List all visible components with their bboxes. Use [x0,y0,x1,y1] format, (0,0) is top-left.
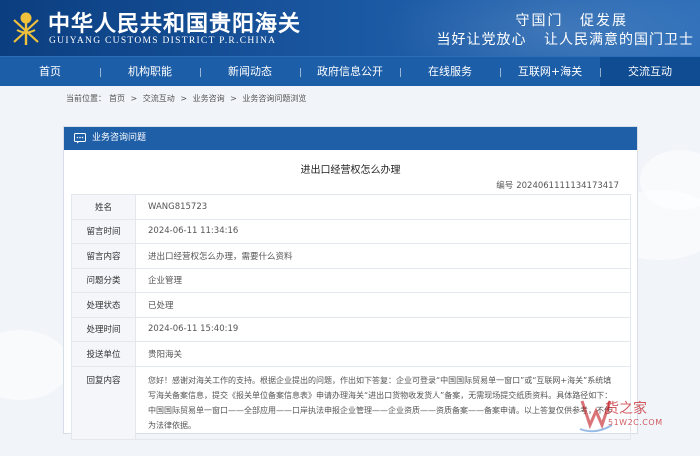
table-row: 姓名 WANG815723 [71,194,631,220]
field-label: 姓名 [71,194,136,220]
consultation-panel: 业务咨询问题 进出口经营权怎么办理 编号 2024061111134173417 … [63,126,638,440]
table-row: 留言内容 进出口经营权怎么办理，需要什么资料 [71,243,631,269]
field-value-name: WANG815723 [135,194,631,220]
table-row: 留言时间 2024-06-11 11:34:16 [71,218,631,244]
site-title[interactable]: 中华人民共和国贵阳海关 [48,6,301,38]
field-value-message-time: 2024-06-11 11:34:16 [135,218,631,244]
site-header: 中华人民共和国贵阳海关 GUIYANG CUSTOMS DISTRICT P.R… [0,0,700,56]
site-subtitle: GUIYANG CUSTOMS DISTRICT P.R.CHINA [49,36,277,46]
field-label: 处理时间 [71,316,136,342]
customs-emblem-icon[interactable] [8,8,44,46]
breadcrumb: 当前位置： 首页 > 交流互动 > 业务咨询 > 业务咨询问题浏览 [66,93,309,104]
table-row: 处理状态 已处理 [71,292,631,318]
nav-item-online-service[interactable]: 在线服务 [400,57,500,86]
field-value-handled-time: 2024-06-11 15:40:19 [135,316,631,342]
nav-item-gov-info[interactable]: 政府信息公开 [300,57,400,86]
reply-content: 您好！感谢对海关工作的支持。根据企业提出的问题，作出如下答复：企业可登录“中国国… [135,365,631,440]
slogan-line-2: 当好让党放心 让人民满意的国门卫士 [436,32,694,48]
table-row: 投送单位 贵阳海关 [71,341,631,367]
chat-bubble-icon [74,133,86,144]
table-row-reply: 回复内容 您好！感谢对海关工作的支持。根据企业提出的问题，作出如下答复：企业可登… [71,365,631,440]
panel-title: 业务咨询问题 [92,133,147,143]
nav-item-internet-customs[interactable]: 互联网+海关 [500,57,600,86]
slogan-line-1: 守国门 促发展 [515,13,628,29]
field-value-message-content: 进出口经营权怎么办理，需要什么资料 [135,243,631,269]
field-label: 留言时间 [71,218,136,244]
breadcrumb-separator: > [180,94,188,103]
main-nav: 首页 机构职能 新闻动态 政府信息公开 在线服务 互联网+海关 交流互动 [0,56,700,86]
table-row: 问题分类 企业管理 [71,267,631,293]
panel-header: 业务咨询问题 [64,127,637,150]
field-value-category: 企业管理 [135,267,631,293]
nav-item-home[interactable]: 首页 [0,57,100,86]
field-label: 投送单位 [71,341,136,367]
table-row: 处理时间 2024-06-11 15:40:19 [71,316,631,342]
breadcrumb-separator: > [230,94,237,103]
breadcrumb-home[interactable]: 首页 [109,94,125,103]
breadcrumb-consult[interactable]: 业务咨询 [193,94,225,103]
question-number: 编号 2024061111134173417 [496,179,619,191]
background-cloud [0,330,70,400]
watermark-url: 51W2C.COM [608,418,663,427]
breadcrumb-interaction[interactable]: 交流互动 [143,94,175,103]
question-title: 进出口经营权怎么办理 [300,165,401,176]
field-label: 处理状态 [71,292,136,318]
question-number-label: 编号 [496,181,514,191]
question-detail-table: 姓名 WANG815723 留言时间 2024-06-11 11:34:16 留… [71,194,631,440]
field-label: 回复内容 [71,365,136,440]
nav-item-news[interactable]: 新闻动态 [200,57,300,86]
field-value-department: 贵阳海关 [135,341,631,367]
breadcrumb-current: 业务咨询问题浏览 [242,94,307,103]
question-number-value: 2024061111134173417 [516,181,619,191]
field-value-status: 已处理 [135,292,631,318]
field-label: 问题分类 [71,267,136,293]
nav-item-interaction[interactable]: 交流互动 [600,57,700,86]
field-label: 留言内容 [71,243,136,269]
watermark-brand: 货之家 [605,401,647,417]
nav-item-functions[interactable]: 机构职能 [100,57,200,86]
breadcrumb-prefix: 当前位置： [66,94,106,103]
breadcrumb-separator: > [130,94,138,103]
